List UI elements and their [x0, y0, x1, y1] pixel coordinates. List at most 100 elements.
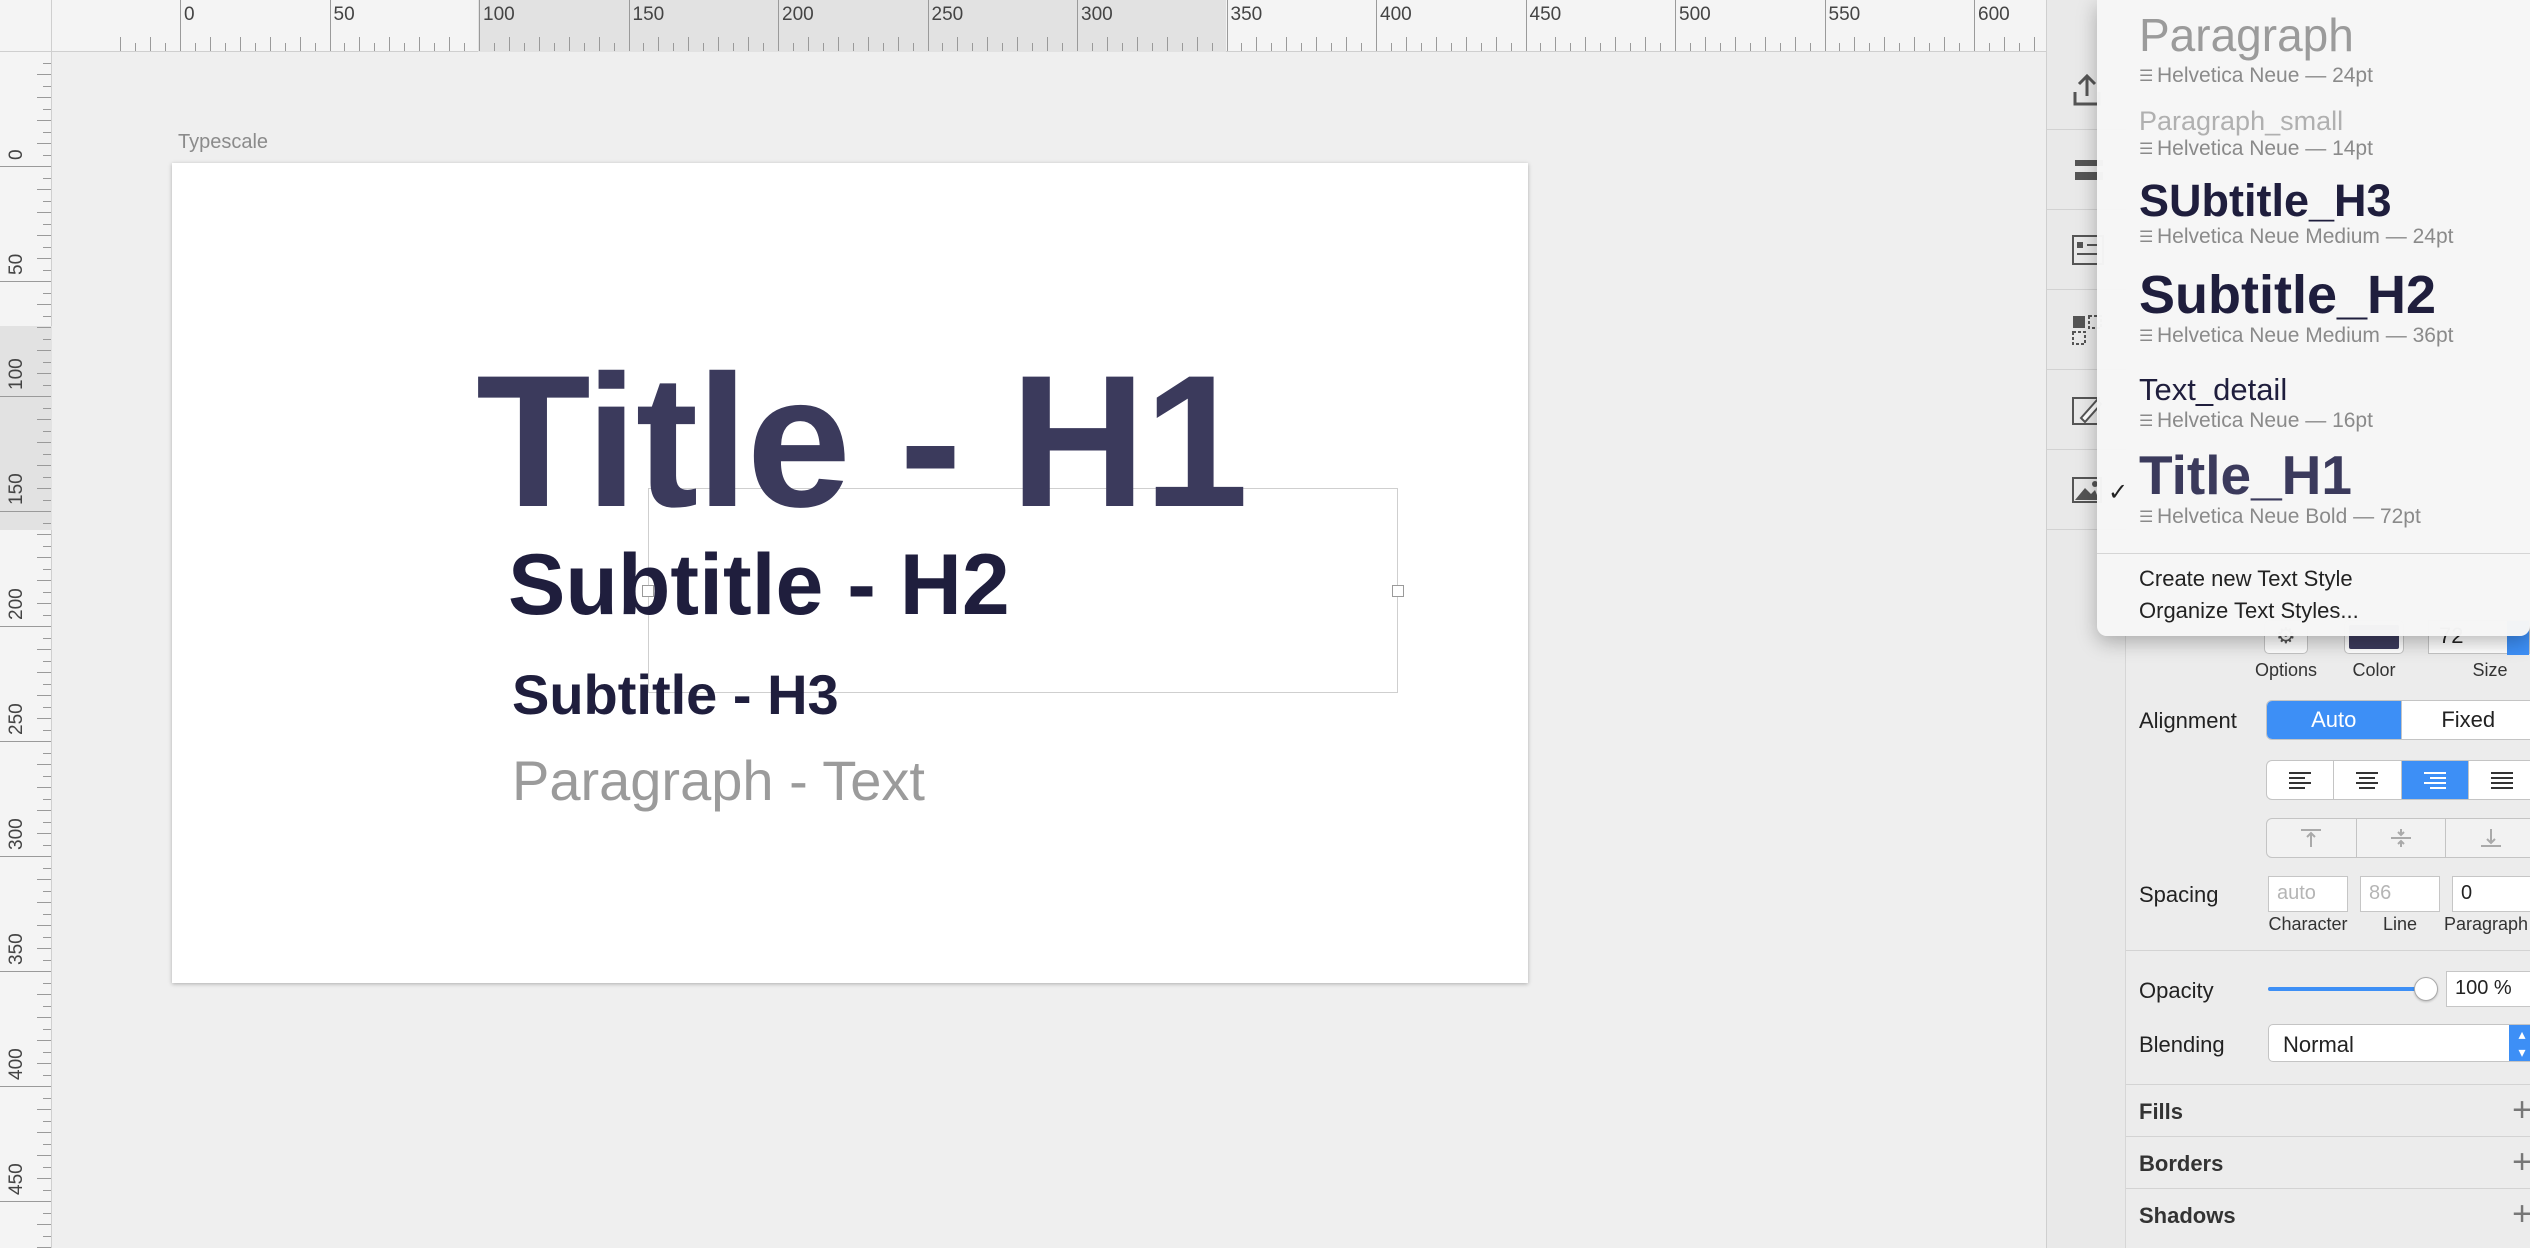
style-name: SUbtitle_H3: [2139, 175, 2392, 226]
ruler-tick: [479, 0, 480, 51]
ruler-tick: [43, 660, 51, 662]
ruler-tick: [37, 1178, 51, 1179]
style-item-paragraph-small[interactable]: Paragraph_small ☰ Helvetica Neue — 14pt: [2139, 108, 2373, 161]
style-item-text-detail[interactable]: Text_detail ☰ Helvetica Neue — 16pt: [2139, 374, 2373, 433]
ruler-label: 250: [931, 4, 964, 25]
alignment-auto-button[interactable]: Auto: [2267, 701, 2402, 739]
align-right-button[interactable]: [2401, 761, 2469, 799]
ruler-tick: [1286, 37, 1288, 51]
valign-bottom-icon: [2480, 829, 2501, 847]
ruler-tick: [658, 37, 660, 51]
ruler-tick: [523, 43, 525, 51]
paragraph-text[interactable]: Paragraph - Text: [512, 753, 925, 809]
ruler-tick: [37, 948, 51, 949]
ruler-tick: [37, 1040, 51, 1041]
ruler-tick: [37, 258, 51, 259]
ruler-tick: [43, 752, 51, 754]
style-item-title-h1[interactable]: Title_H1 ☰ Helvetica Neue Bold — 72pt: [2139, 448, 2421, 529]
alignment-mode-segmented: Auto Fixed: [2266, 700, 2530, 740]
style-font: Helvetica Neue Bold — 72pt: [2157, 505, 2421, 528]
shadows-section[interactable]: Shadows +: [2126, 1188, 2530, 1240]
add-shadow-icon[interactable]: +: [2512, 1195, 2530, 1234]
align-center-button[interactable]: [2334, 761, 2402, 799]
style-item-subtitle-h2[interactable]: Subtitle_H2 ☰ Helvetica Neue Medium — 36p…: [2139, 268, 2453, 348]
ruler-tick: [0, 166, 51, 167]
ruler-tick: [1974, 0, 1975, 51]
ruler-tick: [254, 43, 256, 51]
ruler-tick: [1525, 0, 1527, 51]
valign-middle-button[interactable]: [2357, 819, 2447, 857]
paragraph-spacing-field[interactable]: 0: [2452, 876, 2530, 912]
organize-text-styles-item[interactable]: Organize Text Styles...: [2139, 598, 2359, 624]
ruler-tick: [957, 37, 959, 51]
align-right-icon: [2423, 772, 2446, 789]
opacity-slider-fill: [2268, 987, 2426, 991]
ruler-tick: [43, 407, 51, 409]
ruler-tick: [37, 534, 51, 535]
ruler-tick: [1704, 37, 1706, 51]
ruler-tick: [37, 787, 51, 788]
add-border-icon[interactable]: +: [2512, 1143, 2530, 1182]
valign-top-button[interactable]: [2267, 819, 2357, 857]
title-h1-text[interactable]: Title - H1: [476, 347, 1248, 535]
ruler-tick: [568, 37, 570, 51]
ruler-tick: [43, 1189, 51, 1191]
align-left-icon: [2289, 772, 2312, 789]
opacity-field[interactable]: 100 %: [2446, 971, 2530, 1007]
artboard[interactable]: Title - H1 Subtitle - H2 Subtitle - H3 P…: [172, 163, 1528, 983]
subtitle-h3-text[interactable]: Subtitle - H3: [512, 667, 839, 723]
artboard-title[interactable]: Typescale: [178, 131, 268, 154]
ruler-tick: [43, 223, 51, 225]
style-item-paragraph[interactable]: Paragraph ☰ Helvetica Neue — 24pt: [2139, 12, 2373, 88]
subtitle-h2-text[interactable]: Subtitle - H2: [508, 542, 1010, 628]
blending-value: Normal: [2283, 1032, 2354, 1057]
ruler-tick: [1420, 43, 1422, 51]
ruler-tick: [43, 62, 51, 64]
opacity-slider-track[interactable]: [2268, 987, 2426, 991]
alignment-fixed-button[interactable]: Fixed: [2402, 701, 2530, 739]
ruler-tick: [224, 43, 226, 51]
character-spacing-field[interactable]: auto: [2268, 876, 2348, 912]
resize-handle-right[interactable]: [1392, 585, 1404, 597]
align-justify-button[interactable]: [2469, 761, 2530, 799]
line-spacing-field[interactable]: 86: [2360, 876, 2440, 912]
ruler-tick: [120, 37, 122, 51]
ruler-tick: [43, 982, 51, 984]
ruler-tick: [43, 844, 51, 846]
valign-bottom-button[interactable]: [2446, 819, 2530, 857]
ruler-tick: [2003, 37, 2005, 51]
opacity-slider-knob[interactable]: [2414, 977, 2438, 1001]
create-text-style-item[interactable]: Create new Text Style: [2139, 566, 2353, 592]
fills-section[interactable]: Fills +: [2126, 1084, 2530, 1136]
ruler-tick: [43, 246, 51, 248]
ruler-tick: [1719, 43, 1721, 51]
ruler-tick: [209, 37, 211, 51]
ruler-tick: [1106, 37, 1108, 51]
ruler-tick: [1555, 37, 1557, 51]
ruler-tick: [43, 154, 51, 156]
ruler-tick: [37, 97, 51, 98]
style-name: Text_detail: [2139, 372, 2288, 407]
ruler-tick: [942, 43, 944, 51]
ruler-tick: [43, 1143, 51, 1145]
text-align-icon: ☰: [2139, 509, 2154, 527]
borders-section[interactable]: Borders +: [2126, 1136, 2530, 1188]
ruler-tick: [1615, 37, 1617, 51]
ruler-tick: [43, 798, 51, 800]
vertical-ruler[interactable]: 0 50 100 150 200 250 300 350 400 450: [0, 52, 52, 1248]
ruler-tick: [1734, 37, 1736, 51]
ruler-tick: [43, 269, 51, 271]
align-left-button[interactable]: [2267, 761, 2335, 799]
ruler-tick: [43, 545, 51, 547]
text-align-icon: ☰: [2139, 141, 2154, 159]
ruler-tick: [43, 1212, 51, 1214]
ruler-label: 350: [6, 933, 27, 965]
blending-select[interactable]: Normal ▴ ▾: [2268, 1024, 2530, 1062]
ruler-tick: [165, 43, 167, 51]
ruler-label: 350: [1230, 4, 1263, 25]
style-item-subtitle-h3[interactable]: SUbtitle_H3 ☰ Helvetica Neue Medium — 24p…: [2139, 178, 2453, 249]
ruler-tick: [1794, 37, 1796, 51]
add-fill-icon[interactable]: +: [2512, 1091, 2530, 1130]
horizontal-ruler[interactable]: 0501001502002503003504004505005506006507…: [0, 0, 2458, 52]
style-font: Helvetica Neue — 16pt: [2157, 409, 2373, 432]
